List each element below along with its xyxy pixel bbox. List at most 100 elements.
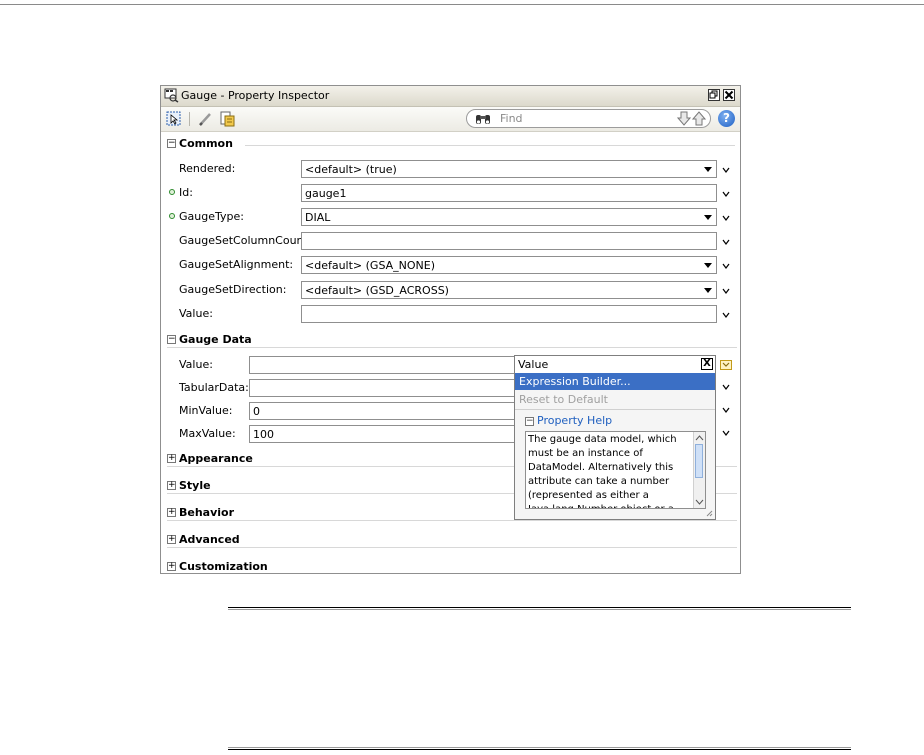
toolbar: Find ? [161, 107, 740, 132]
section-divider [167, 347, 737, 348]
section-gauge-data-label: Gauge Data [179, 333, 252, 346]
restore-icon [709, 90, 718, 99]
gauge-type-value: DIAL [305, 211, 331, 224]
note-rule-top [228, 607, 851, 608]
min-value-value: 0 [253, 405, 260, 418]
expression-menu-icon[interactable] [720, 360, 732, 370]
chevron-down-icon[interactable] [722, 406, 730, 414]
scroll-down-icon[interactable] [695, 498, 704, 506]
id-input[interactable]: gauge1 [301, 184, 717, 202]
find-field[interactable]: Find [466, 109, 711, 128]
value-context-popup: Value X Expression Builder... Reset to D… [514, 355, 716, 520]
menu-item-label: Expression Builder... [519, 375, 631, 388]
page-top-rule [0, 4, 924, 5]
dropdown-arrow-icon[interactable] [704, 288, 712, 293]
arrow-down-icon[interactable] [677, 111, 691, 126]
section-customization-label: Customization [179, 560, 268, 573]
chevron-down-icon[interactable] [722, 214, 730, 222]
max-value-input[interactable]: 100 [249, 425, 517, 443]
chevron-down-icon[interactable] [722, 429, 730, 437]
set-direction-label: GaugeSetDirection: [179, 283, 287, 296]
property-inspector-window: Gauge - Property Inspector Find ? − Comm… [160, 85, 741, 574]
id-value: gauge1 [305, 187, 347, 200]
max-value-label: MaxValue: [179, 427, 236, 440]
help-button[interactable]: ? [718, 110, 735, 127]
popup-divider [515, 409, 715, 410]
menu-item-reset-to-default: Reset to Default [519, 393, 608, 406]
resize-grip-icon[interactable] [705, 509, 713, 517]
rendered-label: Rendered: [179, 162, 236, 175]
section-style-label: Style [179, 479, 211, 492]
expand-icon[interactable]: + [167, 481, 176, 490]
max-value-value: 100 [253, 428, 274, 441]
close-window-button[interactable] [723, 89, 735, 101]
find-placeholder: Find [500, 112, 523, 125]
set-column-count-input[interactable] [301, 232, 717, 250]
chevron-down-icon[interactable] [722, 287, 730, 295]
section-advanced-label: Advanced [179, 533, 240, 546]
scrollbar[interactable] [693, 432, 705, 508]
set-direction-combo[interactable]: <default> (GSD_ACROSS) [301, 281, 717, 299]
window-title: Gauge - Property Inspector [181, 89, 330, 102]
bind-to-data-icon[interactable] [219, 111, 235, 127]
min-value-label: MinValue: [179, 404, 233, 417]
close-icon [724, 90, 734, 100]
popup-title: Value [518, 358, 549, 371]
property-help-textarea[interactable]: The gauge data model, which must be an i… [525, 431, 706, 509]
set-alignment-label: GaugeSetAlignment: [179, 258, 294, 271]
chevron-down-icon[interactable] [722, 238, 730, 246]
property-help-title: Property Help [537, 414, 613, 427]
chevron-down-icon[interactable] [722, 311, 730, 319]
property-inspector-icon [164, 88, 179, 103]
dropdown-arrow-icon[interactable] [704, 167, 712, 172]
tabular-data-label: TabularData: [179, 381, 249, 394]
set-alignment-combo[interactable]: <default> (GSA_NONE) [301, 256, 717, 274]
section-divider [167, 547, 737, 548]
title-bar: Gauge - Property Inspector [161, 86, 740, 107]
collapse-icon[interactable]: − [167, 335, 176, 344]
expand-icon[interactable]: + [167, 562, 176, 571]
chevron-down-icon[interactable] [722, 166, 730, 174]
section-behavior-label: Behavior [179, 506, 235, 519]
chevron-down-icon[interactable] [722, 190, 730, 198]
set-column-count-label: GaugeSetColumnCount: [179, 234, 312, 247]
collapse-icon[interactable]: − [167, 139, 176, 148]
toolbar-separator [189, 112, 190, 126]
dropdown-arrow-icon[interactable] [704, 215, 712, 220]
gauge-data-value-input[interactable] [249, 356, 517, 374]
set-alignment-value: <default> (GSA_NONE) [305, 259, 436, 272]
section-common-label: Common [179, 137, 233, 150]
expand-icon[interactable]: + [167, 508, 176, 517]
common-value-label: Value: [179, 307, 213, 320]
popup-close-button[interactable]: X [701, 358, 713, 370]
note-rule-top-thin [228, 609, 851, 610]
chevron-down-icon[interactable] [722, 383, 730, 391]
tabular-data-input[interactable] [249, 379, 517, 397]
binoculars-icon [476, 115, 490, 124]
dropdown-arrow-icon[interactable] [704, 263, 712, 268]
expand-icon[interactable]: + [167, 454, 176, 463]
menu-item-expression-builder[interactable]: Expression Builder... [515, 373, 715, 390]
set-direction-value: <default> (GSD_ACROSS) [305, 284, 449, 297]
arrow-up-icon[interactable] [692, 111, 706, 126]
scrollbar-thumb[interactable] [695, 444, 703, 478]
id-label: Id: [179, 186, 193, 199]
chevron-down-icon[interactable] [722, 262, 730, 270]
collapse-icon[interactable]: − [525, 417, 534, 426]
note-rule-bottom [228, 749, 851, 750]
gauge-type-combo[interactable]: DIAL [301, 208, 717, 226]
min-value-input[interactable]: 0 [249, 402, 517, 420]
note-rule-bottom-thin [228, 747, 851, 748]
section-appearance-label: Appearance [179, 452, 253, 465]
scroll-up-icon[interactable] [695, 434, 704, 442]
rendered-value: <default> (true) [305, 163, 397, 176]
required-indicator-icon [169, 189, 175, 195]
select-in-editor-icon[interactable] [166, 111, 182, 127]
popup-header: Value X [515, 356, 715, 374]
edit-pencil-icon[interactable] [197, 111, 213, 127]
expand-icon[interactable]: + [167, 535, 176, 544]
restore-button[interactable] [708, 89, 720, 101]
rendered-combo[interactable]: <default> (true) [301, 160, 717, 178]
property-help-text: The gauge data model, which must be an i… [528, 434, 677, 508]
common-value-input[interactable] [301, 305, 717, 323]
